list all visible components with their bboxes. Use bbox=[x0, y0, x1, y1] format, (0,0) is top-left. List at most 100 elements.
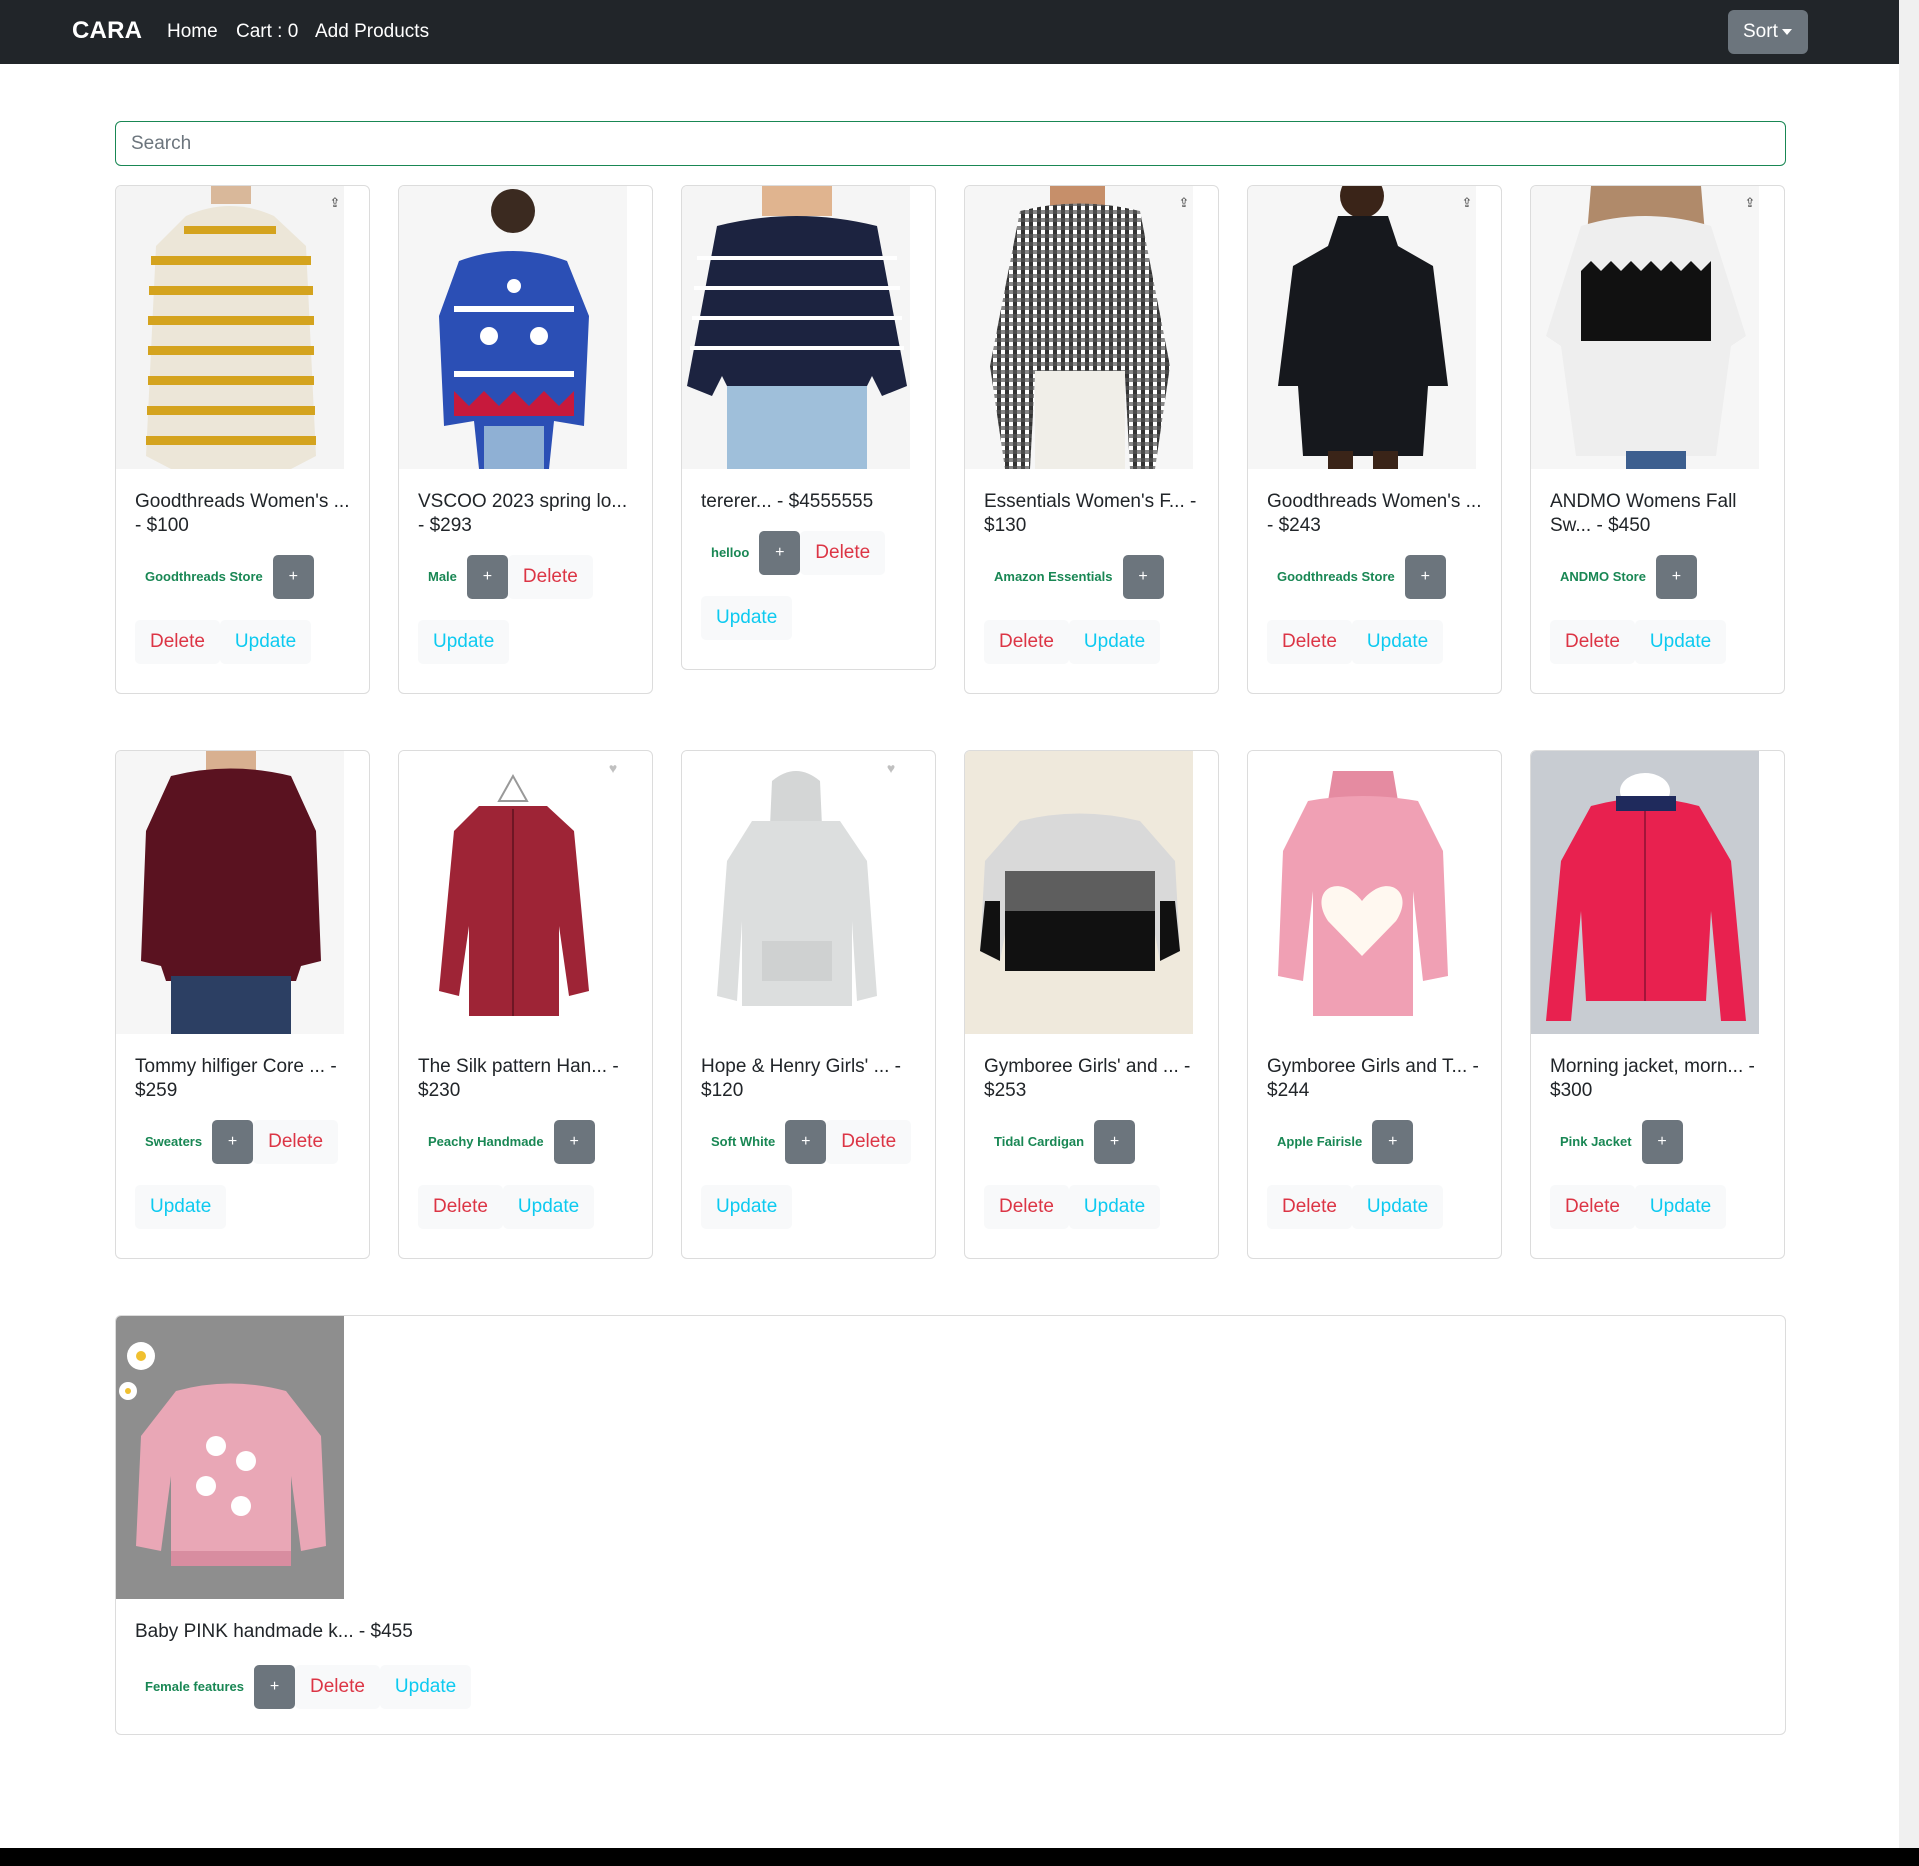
update-button[interactable]: Update bbox=[1351, 620, 1444, 664]
product-image bbox=[1531, 186, 1759, 469]
delete-button[interactable]: Delete bbox=[507, 555, 593, 599]
product-image bbox=[116, 751, 344, 1034]
update-button[interactable]: Update bbox=[418, 620, 510, 664]
product-tag: Peachy Handmade bbox=[428, 1134, 544, 1149]
product-image bbox=[682, 186, 910, 469]
delete-button[interactable]: Delete bbox=[984, 1185, 1069, 1229]
product-title: Morning jacket, morn... - $300 bbox=[1550, 1056, 1755, 1101]
product-card: ⇪ Goodthreads Women's ... - $100 Goodthr… bbox=[115, 185, 370, 694]
delete-button[interactable]: Delete bbox=[135, 620, 220, 664]
update-button[interactable]: Update bbox=[135, 1185, 227, 1229]
nav-home-link[interactable]: Home bbox=[167, 21, 218, 43]
product-image bbox=[682, 751, 910, 1034]
add-to-cart-button[interactable]: + bbox=[466, 555, 508, 599]
window-bottom-edge bbox=[0, 1848, 1919, 1866]
product-image bbox=[1248, 186, 1476, 469]
add-to-cart-button[interactable]: + bbox=[1641, 1120, 1683, 1164]
window-edge bbox=[1899, 0, 1919, 1866]
add-to-cart-button[interactable]: + bbox=[1655, 555, 1697, 599]
add-to-cart-button[interactable]: + bbox=[785, 1120, 827, 1164]
add-to-cart-button[interactable]: + bbox=[1122, 555, 1164, 599]
delete-button[interactable]: Delete bbox=[253, 1120, 339, 1164]
product-image bbox=[116, 186, 344, 469]
update-button[interactable]: Update bbox=[1068, 620, 1161, 664]
add-to-cart-button[interactable]: + bbox=[759, 531, 801, 575]
update-button[interactable]: Update bbox=[1634, 1185, 1727, 1229]
product-card: ⇪ Essentials Women's F... - $130 Amazon … bbox=[964, 185, 1219, 694]
add-to-cart-button[interactable]: + bbox=[254, 1665, 295, 1709]
update-button[interactable]: Update bbox=[219, 620, 312, 664]
update-button[interactable]: Update bbox=[1351, 1185, 1444, 1229]
product-title: Goodthreads Women's ... - $100 bbox=[135, 491, 350, 536]
product-title: Essentials Women's F... - $130 bbox=[984, 491, 1197, 536]
product-title: Gymboree Girls' and ... - $253 bbox=[984, 1056, 1191, 1101]
product-tag: ANDMO Store bbox=[1560, 569, 1646, 584]
delete-button[interactable]: Delete bbox=[1550, 620, 1635, 664]
product-image bbox=[116, 1316, 344, 1599]
update-button[interactable]: Update bbox=[701, 596, 793, 640]
nav-cart-link[interactable]: Cart : 0 bbox=[236, 21, 298, 43]
product-card: ⇪ ANDMO Womens Fall Sw... - $450 ANDMO S… bbox=[1530, 185, 1785, 694]
product-title: Goodthreads Women's ... - $243 bbox=[1267, 491, 1482, 536]
product-card: ♥ Hope & Henry Girls' ... - $120 Soft Wh… bbox=[681, 750, 936, 1259]
product-image bbox=[965, 751, 1193, 1034]
add-to-cart-button[interactable]: + bbox=[272, 555, 314, 599]
add-to-cart-button[interactable]: + bbox=[212, 1120, 254, 1164]
product-card: Baby PINK handmade k... - $455 Female fe… bbox=[115, 1315, 1786, 1735]
product-card: Gymboree Girls' and ... - $253 Tidal Car… bbox=[964, 750, 1219, 1259]
product-image bbox=[1531, 751, 1759, 1034]
sort-label: Sort bbox=[1743, 21, 1778, 42]
product-title: tererer... - $4555555 bbox=[701, 491, 874, 512]
product-tag: Male bbox=[428, 569, 457, 584]
delete-button[interactable]: Delete bbox=[295, 1665, 380, 1709]
heart-icon[interactable]: ♥ bbox=[882, 759, 900, 777]
share-icon[interactable]: ⇪ bbox=[1741, 194, 1759, 212]
product-title: The Silk pattern Han... - $230 bbox=[418, 1056, 619, 1101]
update-button[interactable]: Update bbox=[379, 1665, 472, 1709]
add-to-cart-button[interactable]: + bbox=[1372, 1120, 1414, 1164]
product-card: ♥ The Silk pattern Han... - $230 Peachy … bbox=[398, 750, 653, 1259]
product-title: ANDMO Womens Fall Sw... - $450 bbox=[1550, 491, 1737, 536]
product-card: ⇪ Goodthreads Women's ... - $243 Goodthr… bbox=[1247, 185, 1502, 694]
product-title: Gymboree Girls and T... - $244 bbox=[1267, 1056, 1479, 1101]
heart-icon[interactable]: ♥ bbox=[604, 759, 622, 777]
add-to-cart-button[interactable]: + bbox=[1404, 555, 1446, 599]
delete-button[interactable]: Delete bbox=[984, 620, 1069, 664]
brand-logo[interactable]: CARA bbox=[72, 17, 142, 45]
product-tag: Female features bbox=[145, 1679, 244, 1694]
product-tag: Sweaters bbox=[145, 1134, 203, 1149]
navbar: CARA Home Cart : 0 Add Products Sort bbox=[0, 0, 1899, 64]
product-card: Morning jacket, morn... - $300 Pink Jack… bbox=[1530, 750, 1785, 1259]
share-icon[interactable]: ⇪ bbox=[1175, 194, 1193, 212]
product-image bbox=[399, 751, 627, 1034]
product-card: tererer... - $4555555 helloo + Delete Up… bbox=[681, 185, 936, 670]
product-title: Hope & Henry Girls' ... - $120 bbox=[701, 1056, 902, 1101]
share-icon[interactable]: ⇪ bbox=[1458, 194, 1476, 212]
product-tag: Pink Jacket bbox=[1560, 1134, 1632, 1149]
add-to-cart-button[interactable]: + bbox=[1094, 1120, 1136, 1164]
caret-down-icon bbox=[1781, 28, 1792, 35]
update-button[interactable]: Update bbox=[1068, 1185, 1161, 1229]
delete-button[interactable]: Delete bbox=[800, 531, 886, 575]
add-to-cart-button[interactable]: + bbox=[553, 1120, 595, 1164]
delete-button[interactable]: Delete bbox=[826, 1120, 912, 1164]
share-icon[interactable]: ⇪ bbox=[326, 194, 344, 212]
update-button[interactable]: Update bbox=[701, 1185, 793, 1229]
product-card: VSCOO 2023 spring lo... - $293 Male + De… bbox=[398, 185, 653, 694]
sort-dropdown-button[interactable]: Sort bbox=[1728, 10, 1808, 54]
product-tag: Apple Fairisle bbox=[1277, 1134, 1363, 1149]
product-image bbox=[965, 186, 1193, 469]
product-card: Tommy hilfiger Core ... - $259 Sweaters … bbox=[115, 750, 370, 1259]
update-button[interactable]: Update bbox=[1634, 620, 1727, 664]
product-title: VSCOO 2023 spring lo... - $293 bbox=[418, 491, 628, 536]
search-input[interactable] bbox=[115, 121, 1786, 166]
delete-button[interactable]: Delete bbox=[1267, 1185, 1352, 1229]
product-title: Baby PINK handmade k... - $455 bbox=[135, 1621, 413, 1642]
nav-add-products-link[interactable]: Add Products bbox=[315, 21, 429, 43]
page: CARA Home Cart : 0 Add Products Sort ⇪ G… bbox=[0, 0, 1899, 1848]
update-button[interactable]: Update bbox=[502, 1185, 595, 1229]
delete-button[interactable]: Delete bbox=[418, 1185, 503, 1229]
delete-button[interactable]: Delete bbox=[1550, 1185, 1635, 1229]
product-image bbox=[399, 186, 627, 469]
delete-button[interactable]: Delete bbox=[1267, 620, 1352, 664]
